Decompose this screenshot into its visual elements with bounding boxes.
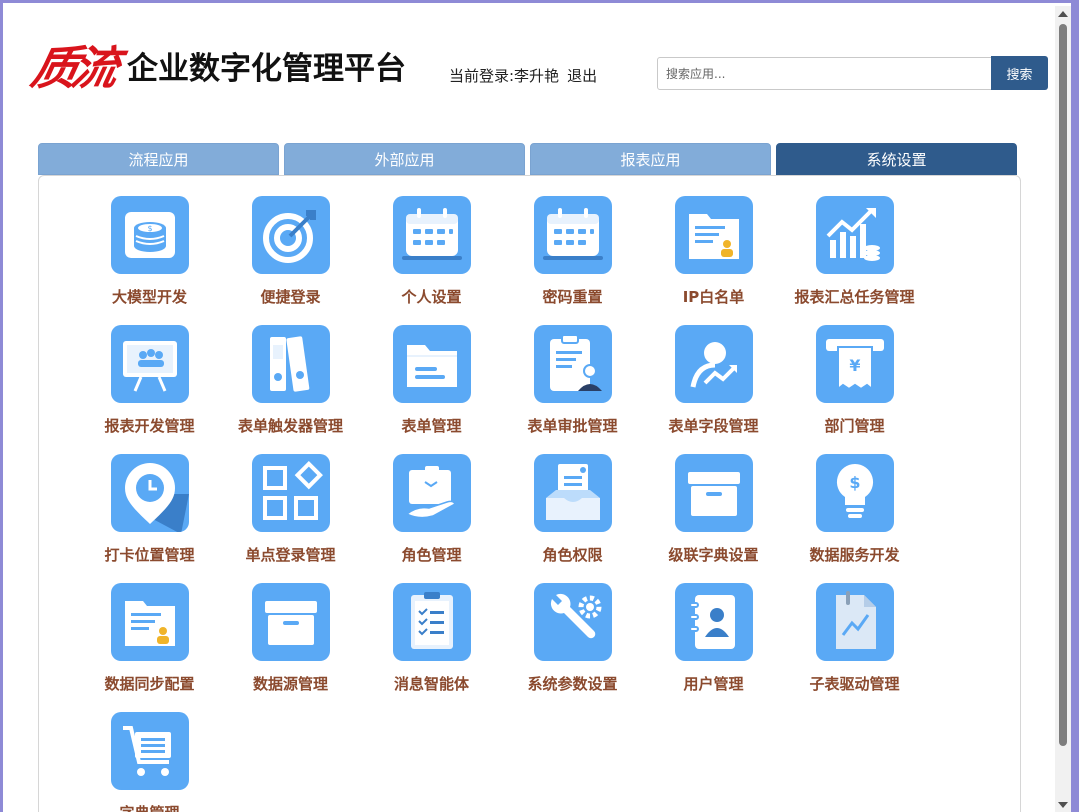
inbox-document-icon	[533, 454, 612, 532]
app-tile-personal-settings[interactable]: 个人设置	[361, 196, 502, 325]
app-label: 表单触发器管理	[237, 417, 343, 435]
app-tile-form-trigger[interactable]: 表单触发器管理	[220, 325, 361, 454]
current-user-label: 当前登录:李升艳	[449, 67, 560, 85]
hand-box-icon	[392, 454, 471, 532]
app-label: 数据源管理	[252, 675, 328, 693]
target-icon	[251, 196, 330, 274]
app-label: 部门管理	[824, 417, 885, 435]
app-label: 个人设置	[401, 288, 462, 306]
app-tile-cascade-dictionary[interactable]: 级联字典设置	[643, 454, 784, 583]
scroll-up-icon[interactable]	[1058, 11, 1068, 17]
tab-system-settings[interactable]: 系统设置	[776, 143, 1017, 175]
app-label: 密码重置	[542, 288, 603, 306]
app-tile-password-reset[interactable]: 密码重置	[502, 196, 643, 325]
app-label: 报表汇总任务管理	[794, 288, 915, 306]
receipt-yuan-icon: ¥	[815, 325, 894, 403]
app-tile-system-params[interactable]: 系统参数设置	[502, 583, 643, 712]
app-tile-datasource[interactable]: 数据源管理	[220, 583, 361, 712]
app-label: 字典管理	[119, 802, 179, 812]
app-label: 级联字典设置	[668, 546, 759, 564]
search-input[interactable]	[657, 57, 992, 90]
app-label: 表单字段管理	[668, 417, 759, 435]
scroll-down-icon[interactable]	[1058, 802, 1068, 808]
app-tile-user-management[interactable]: 用户管理	[643, 583, 784, 712]
logo-title: 企业数字化管理平台	[127, 50, 406, 87]
svg-text:$: $	[849, 473, 860, 492]
app-tile-report-dev[interactable]: 报表开发管理	[79, 325, 220, 454]
app-label: 消息智能体	[393, 675, 469, 693]
vertical-scrollbar[interactable]	[1055, 6, 1071, 812]
app-tile-form-approval[interactable]: 表单审批管理	[502, 325, 643, 454]
search-button[interactable]: 搜索	[991, 56, 1048, 90]
app-label: 数据同步配置	[104, 675, 195, 693]
location-clock-icon	[110, 454, 189, 532]
app-label: 表单审批管理	[527, 417, 618, 435]
folder-icon	[392, 325, 471, 403]
app-label: 便捷登录	[260, 288, 321, 306]
app-tile-quick-login[interactable]: 便捷登录	[220, 196, 361, 325]
app-tile-report-summary-tasks[interactable]: 报表汇总任务管理	[784, 196, 925, 325]
chart-document-icon	[815, 583, 894, 661]
checklist-clipboard-icon	[392, 583, 471, 661]
app-tile-role-management[interactable]: 角色管理	[361, 454, 502, 583]
app-tile-llm-dev[interactable]: $ 大模型开发	[79, 196, 220, 325]
grid-apps-icon	[251, 454, 330, 532]
logo-mark: 质流	[26, 41, 119, 95]
wrench-gear-icon	[533, 583, 612, 661]
binders-icon	[251, 325, 330, 403]
user-trend-icon	[674, 325, 753, 403]
app-tile-subtable-driver[interactable]: 子表驱动管理	[784, 583, 925, 712]
app-tile-department[interactable]: ¥ 部门管理	[784, 325, 925, 454]
app-label: 大模型开发	[111, 288, 187, 306]
tab-report-apps[interactable]: 报表应用	[530, 143, 771, 175]
shopping-cart-icon	[110, 712, 189, 790]
folder-people-icon	[110, 583, 189, 661]
app-label: 报表开发管理	[104, 417, 195, 435]
app-tile-data-sync[interactable]: 数据同步配置	[79, 583, 220, 712]
app-label: 角色权限	[542, 546, 603, 564]
app-label: 表单管理	[401, 417, 462, 435]
app-tile-message-agent[interactable]: 消息智能体	[361, 583, 502, 712]
lightbulb-dollar-icon: $	[815, 454, 894, 532]
user-info: 当前登录:李升艳 退出	[449, 65, 597, 86]
presentation-board-icon	[110, 325, 189, 403]
app-label: 数据服务开发	[809, 546, 900, 564]
archive-box-icon	[674, 454, 753, 532]
tab-process-apps[interactable]: 流程应用	[38, 143, 279, 175]
scrollbar-thumb[interactable]	[1059, 24, 1067, 746]
folder-people-icon	[674, 196, 753, 274]
svg-text:¥: ¥	[849, 356, 860, 375]
calendar-icon	[392, 196, 471, 274]
tab-bar: 流程应用 外部应用 报表应用 系统设置	[38, 143, 1017, 175]
app-label: 打卡位置管理	[104, 546, 195, 564]
svg-text:$: $	[147, 224, 152, 233]
app-label: 用户管理	[683, 675, 744, 693]
app-tile-sso[interactable]: 单点登录管理	[220, 454, 361, 583]
app-tile-checkin-location[interactable]: 打卡位置管理	[79, 454, 220, 583]
app-grid: $ 大模型开发 便捷登录 个人设置 密码重置 IP白名单 报表汇总任务管理 报表…	[79, 196, 925, 812]
apps-panel: $ 大模型开发 便捷登录 个人设置 密码重置 IP白名单 报表汇总任务管理 报表…	[38, 175, 1021, 812]
app-tile-form-fields[interactable]: 表单字段管理	[643, 325, 784, 454]
app-label: 系统参数设置	[527, 675, 618, 693]
money-stack-icon: $	[110, 196, 189, 274]
app-tile-role-permissions[interactable]: 角色权限	[502, 454, 643, 583]
tab-external-apps[interactable]: 外部应用	[284, 143, 525, 175]
app-tile-form-management[interactable]: 表单管理	[361, 325, 502, 454]
clipboard-user-icon	[533, 325, 612, 403]
calendar-icon	[533, 196, 612, 274]
growth-chart-icon	[815, 196, 894, 274]
app-label: 角色管理	[401, 546, 462, 564]
app-tile-data-service-dev[interactable]: $ 数据服务开发	[784, 454, 925, 583]
app-label: IP白名单	[682, 288, 745, 306]
contact-book-icon	[674, 583, 753, 661]
app-label: 子表驱动管理	[809, 675, 900, 693]
logout-link[interactable]: 退出	[567, 65, 597, 86]
app-tile-dictionary[interactable]: 字典管理	[79, 712, 220, 812]
app-label: 单点登录管理	[245, 546, 336, 564]
archive-box-icon	[251, 583, 330, 661]
app-tile-ip-whitelist[interactable]: IP白名单	[643, 196, 784, 325]
logo: 质流 企业数字化管理平台	[27, 33, 406, 97]
app-window: 质流 企业数字化管理平台 当前登录:李升艳 退出 搜索 流程应用 外部应用 报表…	[3, 3, 1071, 812]
